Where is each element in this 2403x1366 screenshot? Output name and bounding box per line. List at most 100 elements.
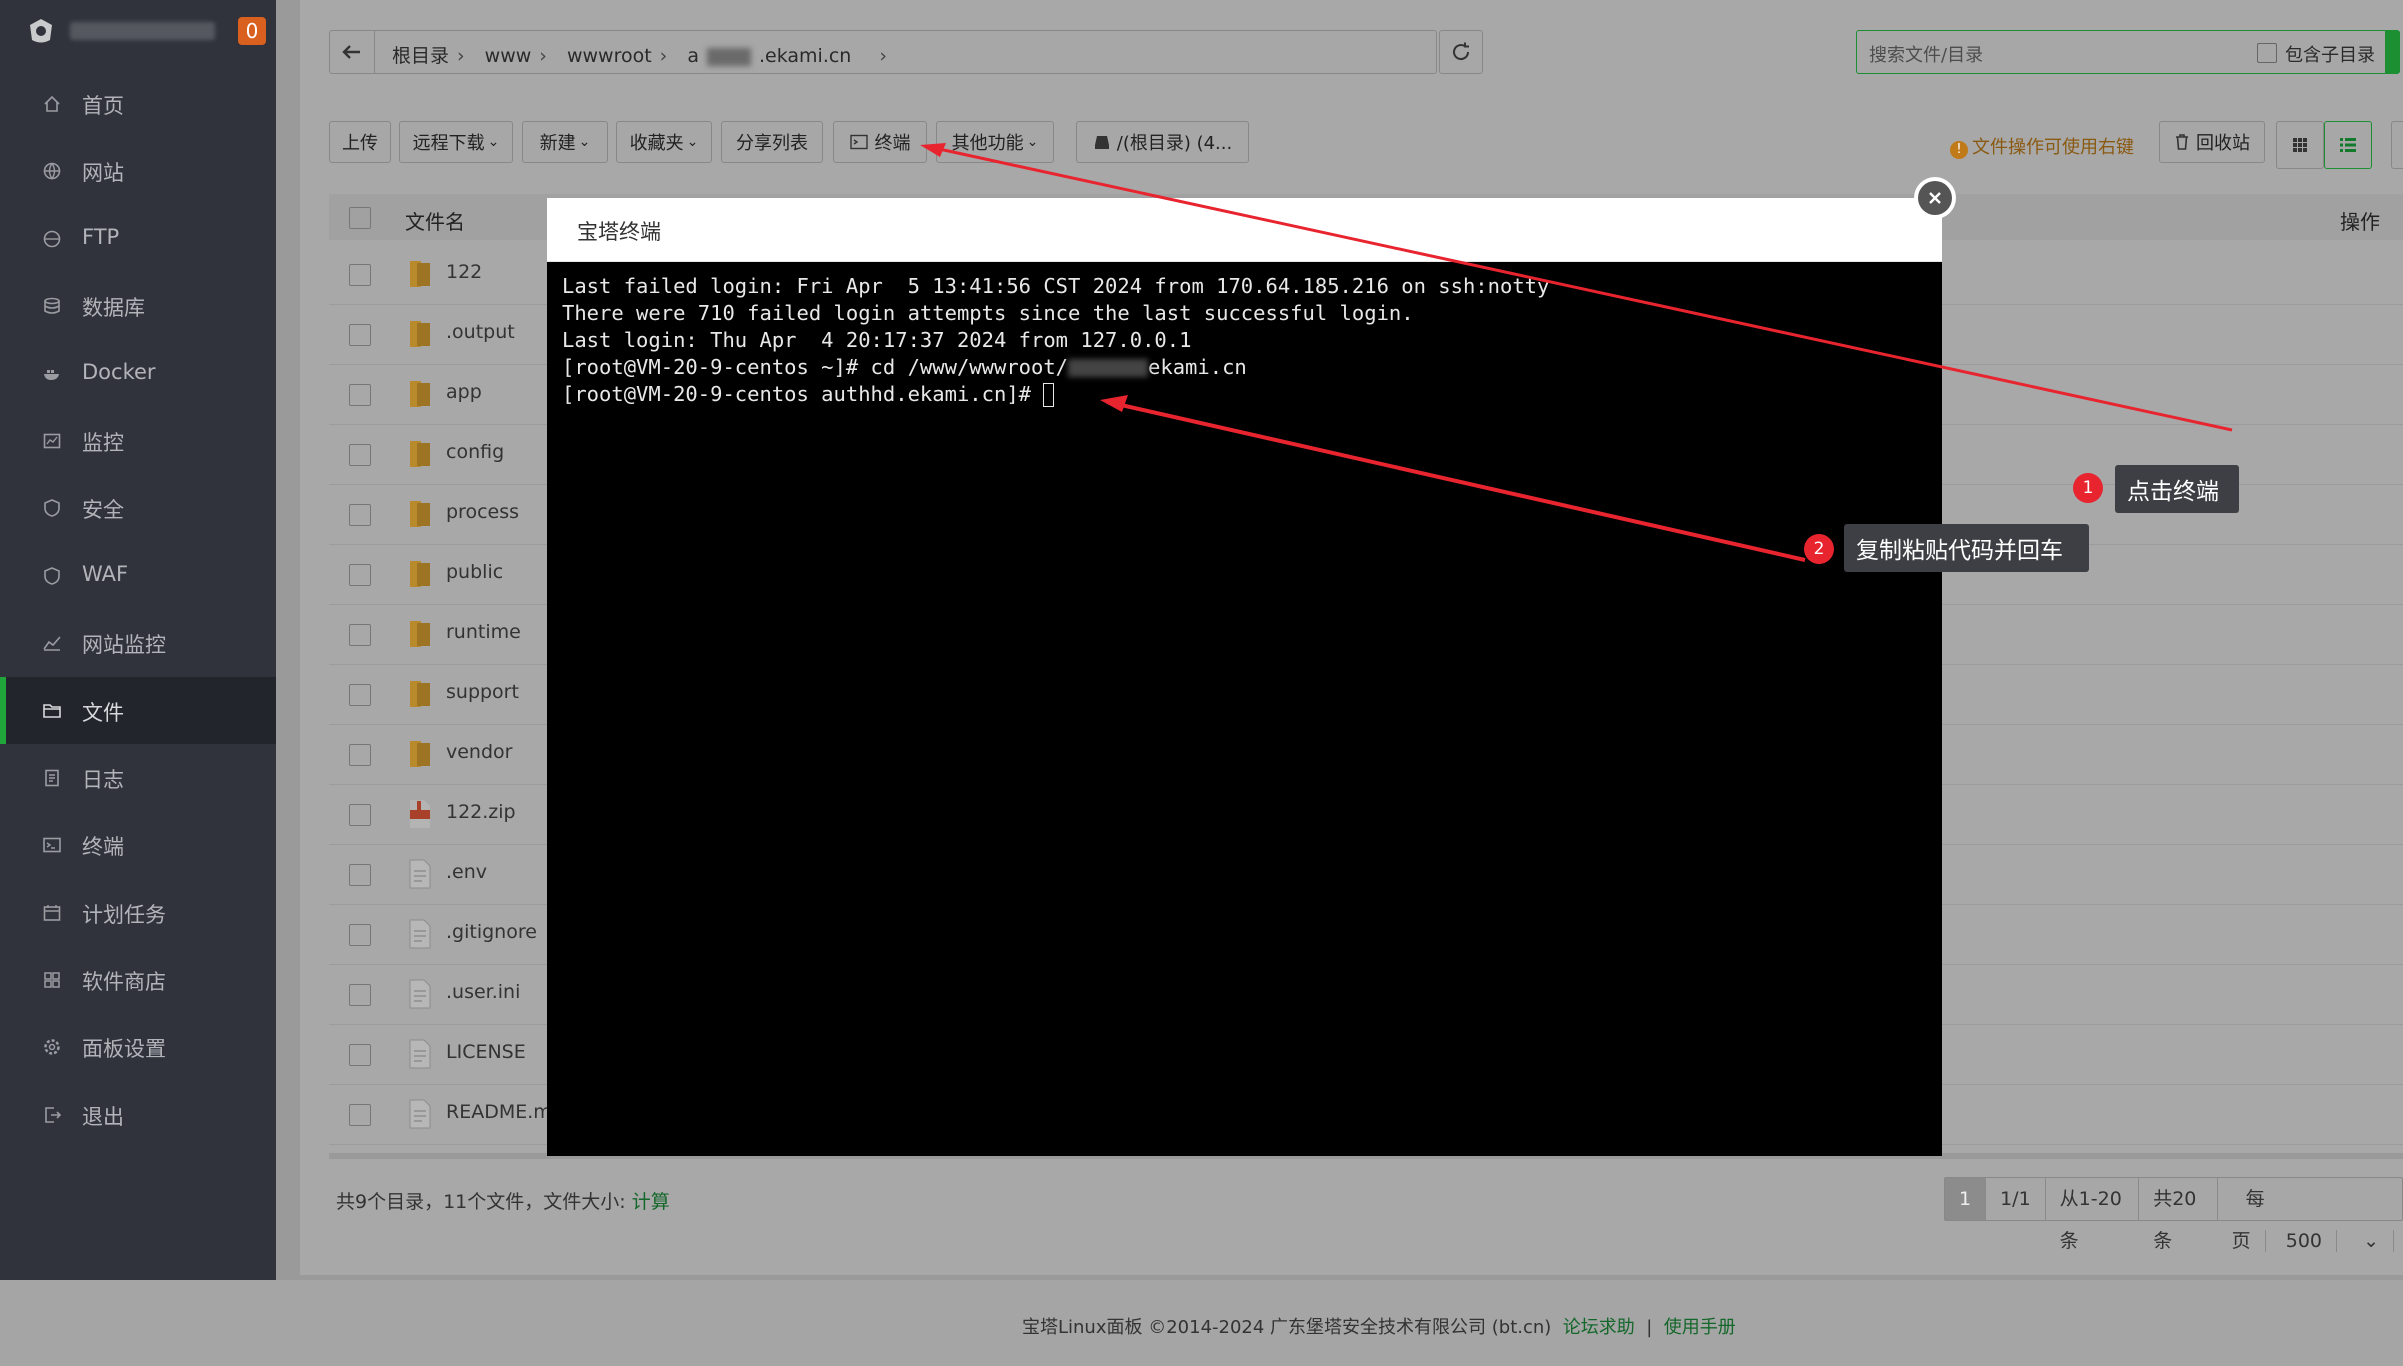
search-input[interactable]: 搜索文件/目录 [1869,41,1983,67]
file-name[interactable]: .env [446,861,487,883]
row-checkbox[interactable] [349,264,371,286]
terminal-button[interactable]: 终端 [833,121,927,163]
file-name[interactable]: runtime [446,621,521,643]
share-list-button[interactable]: 分享列表 [721,121,823,163]
file-name[interactable]: app [446,381,482,403]
sidebar-item-files[interactable]: 文件 [0,676,276,745]
row-checkbox[interactable] [349,504,371,526]
sidebar-item-docker[interactable]: Docker [0,340,276,407]
upload-button[interactable]: 上传 [329,121,391,163]
file-name[interactable]: 122.zip [446,801,516,823]
list-view-button[interactable] [2324,121,2372,169]
docker-icon [42,364,62,384]
row-checkbox[interactable] [349,804,371,826]
waf-shield-icon [42,566,62,586]
row-checkbox[interactable] [349,384,371,406]
row-checkbox[interactable] [349,744,371,766]
row-checkbox[interactable] [349,864,371,886]
sidebar-item-logout[interactable]: 退出 [0,1081,276,1148]
col-operations: 操作 [2340,210,2380,234]
chevron-down-icon: ⌄ [1026,134,1039,150]
crumb-site[interactable]: a .ekami.cn [687,45,859,67]
sidebar-item-ftp[interactable]: FTP [0,205,276,272]
row-checkbox[interactable] [349,324,371,346]
sidebar-item-waf[interactable]: WAF [0,542,276,609]
calc-size-link[interactable]: 计算 [632,1191,670,1213]
grid-view-button[interactable] [2276,121,2324,169]
terminal-output[interactable]: Last failed login: Fri Apr 5 13:41:56 CS… [562,273,1549,408]
search-button[interactable] [2385,31,2399,73]
sidebar-item-panel-settings[interactable]: 面板设置 [0,1013,276,1080]
modal-header: 宝塔终端 [547,198,1942,262]
page-current[interactable]: 1 [1945,1178,1987,1220]
notification-badge[interactable]: 0 [238,17,266,45]
forum-link[interactable]: 论坛求助 [1563,1317,1635,1338]
callout-step1: 点击终端 [2115,465,2239,513]
file-name[interactable]: process [446,501,519,523]
sidebar-item-monitor[interactable]: 监控 [0,407,276,474]
sidebar-item-terminal[interactable]: 终端 [0,811,276,878]
sidebar-item-logs[interactable]: 日志 [0,744,276,811]
recycle-bin-button[interactable]: 回收站 [2159,121,2265,163]
right-click-tip: ! 文件操作可使用右键 [1950,133,2134,159]
sidebar-item-app-store[interactable]: 软件商店 [0,946,276,1013]
remote-download-button[interactable]: 远程下载 ⌄ [399,121,513,163]
other-functions-button[interactable]: 其他功能 ⌄ [936,121,1054,163]
pagination: 1 1/1 从1-20条 共20条 每页 500 ⌄ [1944,1177,2403,1252]
sidebar-item-site-monitor[interactable]: 网站监控 [0,609,276,676]
sidebar-item-home[interactable]: 首页 [0,70,276,137]
chevron-right-icon: › [879,45,887,67]
row-checkbox[interactable] [349,1044,371,1066]
file-name[interactable]: 122 [446,261,482,283]
site-name-hidden [706,47,751,66]
manual-link[interactable]: 使用手册 [1664,1317,1736,1338]
include-subdir-checkbox[interactable] [2257,43,2277,63]
file-name[interactable]: config [446,441,504,463]
col-filename[interactable]: 文件名 [405,206,465,235]
refresh-button[interactable] [1439,30,1483,74]
crumb-wwwroot[interactable]: wwwroot [567,45,652,67]
row-checkbox[interactable] [349,624,371,646]
sidebar-item-cron[interactable]: 计划任务 [0,879,276,946]
row-checkbox[interactable] [349,444,371,466]
crumb-root[interactable]: 根目录 [392,45,449,67]
arrow-left-icon [342,45,360,59]
row-checkbox[interactable] [349,984,371,1006]
favorites-button[interactable]: 收藏夹 ⌄ [616,121,712,163]
row-checkbox[interactable] [349,564,371,586]
modal-title: 宝塔终端 [577,220,661,244]
terminal-icon [42,835,62,855]
row-checkbox[interactable] [349,1104,371,1126]
more-view-button[interactable] [2391,121,2403,169]
sidebar-item-label: 监控 [82,430,124,455]
apps-icon [42,970,62,990]
folder-icon [407,619,433,649]
file-name[interactable]: support [446,681,519,703]
close-modal-button[interactable] [1914,177,1956,219]
back-button[interactable] [330,31,375,73]
per-page-select[interactable]: 每页 500 ⌄ [2218,1178,2402,1252]
file-name[interactable]: .output [446,321,515,343]
file-name[interactable]: vendor [446,741,512,763]
crumb-www[interactable]: www [485,45,532,67]
new-button[interactable]: 新建 ⌄ [522,121,608,163]
sidebar-item-label: 面板设置 [82,1037,166,1062]
row-checkbox[interactable] [349,924,371,946]
select-all-checkbox[interactable] [349,207,371,229]
sidebar-item-database[interactable]: 数据库 [0,272,276,339]
folder-icon [407,559,433,589]
disk-button[interactable]: /(根目录) (4... [1076,121,1249,163]
sidebar-item-website[interactable]: 网站 [0,137,276,204]
page-range: 从1-20条 [2046,1178,2140,1252]
terminal-line: Last failed login: Fri Apr 5 13:41:56 CS… [562,274,1550,298]
server-ip-hidden [70,22,215,40]
row-checkbox[interactable] [349,684,371,706]
sidebar-item-security[interactable]: 安全 [0,474,276,541]
path-bar[interactable]: 根目录 › www › wwwroot › a .ekami.cn › [329,30,1437,74]
file-name[interactable]: public [446,561,503,583]
file-name[interactable]: .gitignore [446,921,537,943]
folder-icon [407,259,433,289]
file-name[interactable]: .user.ini [446,981,520,1003]
file-name[interactable]: LICENSE [446,1041,526,1063]
file-search[interactable]: 搜索文件/目录 包含子目录 [1856,30,2400,74]
